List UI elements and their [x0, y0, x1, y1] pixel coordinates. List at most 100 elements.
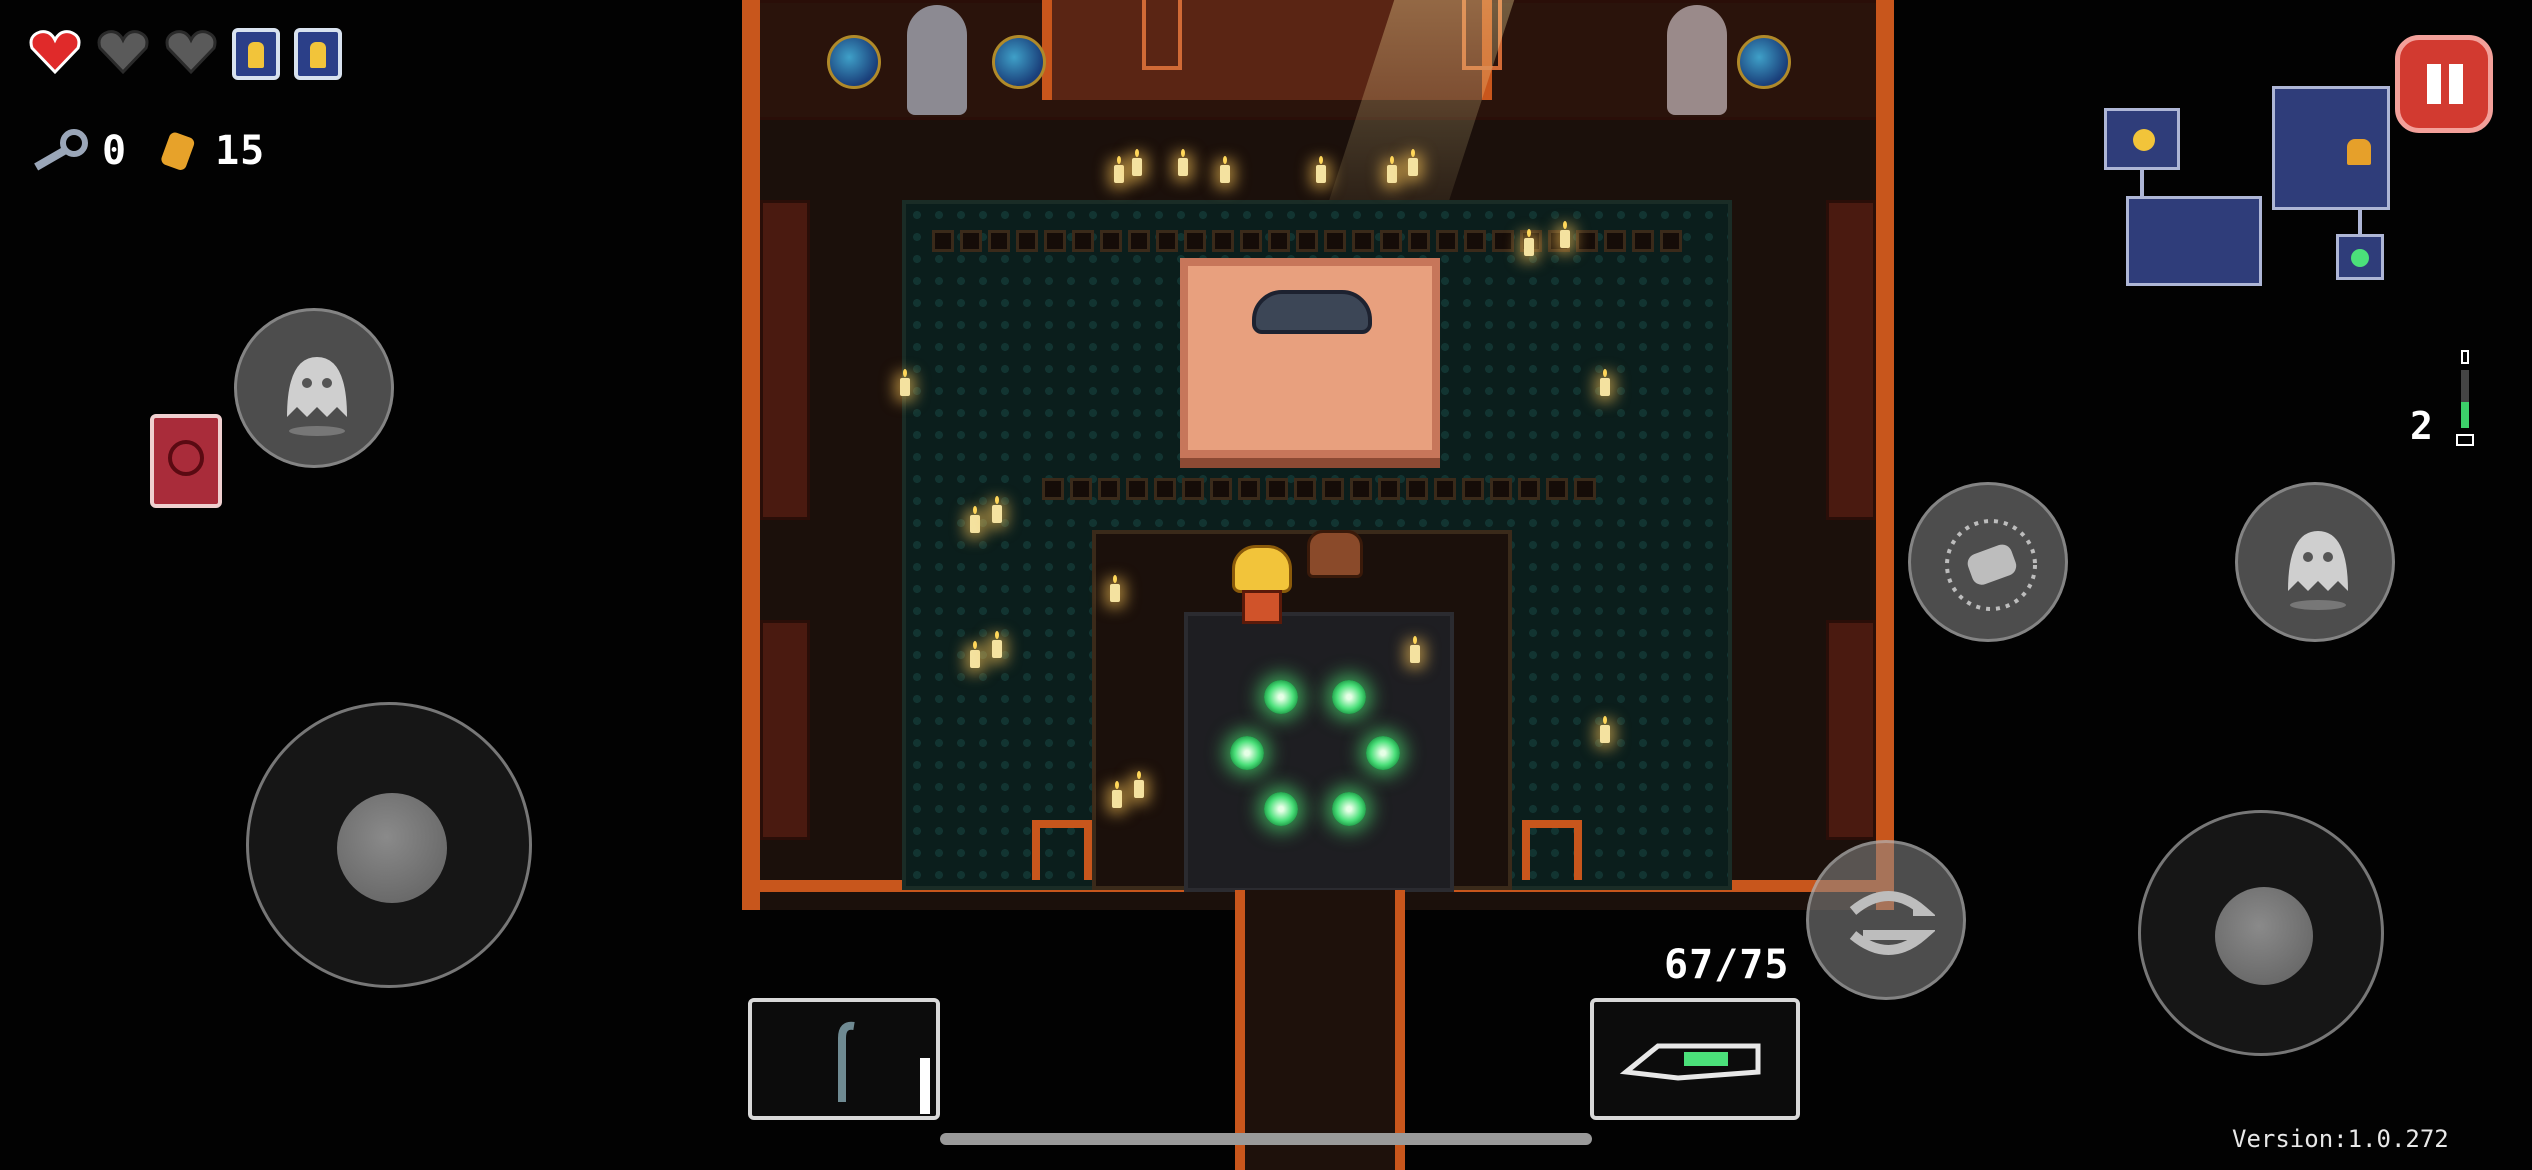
pillar	[1032, 820, 1092, 880]
passive-item-slot[interactable]	[748, 998, 940, 1120]
floor-gauge	[2456, 350, 2474, 454]
pillar	[1522, 820, 1582, 880]
pause-icon	[2449, 64, 2463, 104]
teleporter-light	[1332, 680, 1366, 714]
tile-border	[1042, 478, 1596, 500]
candle	[1132, 149, 1142, 176]
pause-icon	[2427, 64, 2441, 104]
empty-heart-icon	[97, 30, 149, 75]
left-bookshelf	[760, 620, 810, 840]
version-label: Version:1.0.272	[2232, 1125, 2449, 1153]
teleporter-light	[1230, 736, 1264, 770]
key-count: 0	[102, 128, 128, 174]
blank-icon	[294, 28, 342, 80]
left-bookshelf	[760, 200, 810, 520]
gun-on-pedestal[interactable]	[1252, 290, 1372, 334]
right-wall-edge	[1876, 0, 1894, 910]
candle	[1134, 771, 1144, 798]
game-screen: 0 15 2 67/75 Version:1.0.272	[0, 0, 2532, 1170]
resource-counter: 0 15	[30, 128, 265, 174]
ammo-counter: 67/75	[1664, 942, 1790, 988]
companion-pet	[1307, 530, 1363, 578]
globe-decoration	[992, 35, 1046, 89]
candle	[1600, 716, 1610, 743]
cylinder-reload-icon	[1945, 519, 2037, 611]
crowbar-icon	[838, 1021, 855, 1102]
home-indicator[interactable]	[940, 1133, 1592, 1145]
key-icon	[34, 129, 88, 171]
health-bar	[28, 28, 342, 80]
player-marker-icon	[2133, 129, 2155, 151]
minimap-room	[2336, 234, 2384, 280]
south-corridor	[1235, 890, 1405, 1170]
candle	[1114, 156, 1124, 183]
gauge-base	[2456, 434, 2474, 446]
pedestal	[1180, 258, 1440, 458]
candle	[1220, 156, 1230, 183]
candle	[1410, 636, 1420, 663]
dodge-roll-button[interactable]	[2235, 482, 2395, 642]
ghost-icon	[2288, 531, 2348, 610]
candle	[900, 369, 910, 396]
empty-heart-icon	[165, 30, 217, 75]
floor-indicator: 2	[2410, 404, 2434, 448]
gauge-cap	[2461, 350, 2469, 364]
teleporter-light	[1332, 792, 1366, 826]
statue-decoration	[1667, 5, 1727, 115]
left-wall-edge	[742, 0, 760, 910]
candle	[1178, 149, 1188, 176]
shrine-room	[742, 0, 1894, 910]
minimap[interactable]	[2100, 82, 2400, 292]
right-bookshelf	[1826, 620, 1876, 840]
blank-icon	[232, 28, 280, 80]
red-book-icon	[168, 440, 204, 476]
pause-button[interactable]	[2395, 35, 2493, 133]
reload-button[interactable]	[1908, 482, 2068, 642]
candle	[970, 506, 980, 533]
teleporter-light	[1264, 680, 1298, 714]
movement-joystick[interactable]	[246, 702, 532, 988]
ladder-left	[1142, 0, 1182, 70]
player-character	[1232, 545, 1292, 593]
joystick-knob[interactable]	[2215, 887, 2313, 985]
right-bookshelf	[1826, 200, 1876, 520]
item-charge-bar	[920, 1058, 930, 1114]
candle	[1110, 575, 1120, 602]
minimap-room	[2104, 108, 2180, 170]
minimap-room	[2272, 86, 2390, 210]
statue-decoration	[907, 5, 967, 115]
candle	[1112, 781, 1122, 808]
candle	[1560, 221, 1570, 248]
shell-count: 15	[215, 128, 266, 174]
minimap-connector	[2140, 170, 2144, 198]
swap-weapon-button[interactable]	[1806, 840, 1966, 1000]
teleporter-marker-icon	[2351, 249, 2369, 267]
globe-decoration	[827, 35, 881, 89]
candle	[1524, 229, 1534, 256]
player-body	[1242, 590, 1282, 624]
minimap-room	[2126, 196, 2262, 286]
active-item-button[interactable]	[150, 414, 222, 508]
shell-currency-icon	[161, 132, 195, 170]
candle	[1408, 149, 1418, 176]
candle	[992, 631, 1002, 658]
candle	[970, 641, 980, 668]
red-heart-icon	[29, 30, 81, 75]
candle	[1600, 369, 1610, 396]
ghost-icon	[287, 357, 347, 436]
shrine-marker-icon	[2347, 139, 2371, 165]
gauge-fill	[2461, 370, 2469, 428]
swap-arrows-icon	[1849, 891, 1935, 955]
blank-button[interactable]	[234, 308, 394, 468]
candle	[992, 496, 1002, 523]
minimap-connector	[2358, 210, 2362, 236]
joystick-knob[interactable]	[337, 793, 447, 903]
globe-decoration	[1737, 35, 1791, 89]
candle	[1387, 156, 1397, 183]
teleporter-light	[1366, 736, 1400, 770]
teleporter-light	[1264, 792, 1298, 826]
aim-joystick[interactable]	[2138, 810, 2384, 1056]
green-rifle-icon	[1619, 1043, 1761, 1081]
gun-slot[interactable]	[1590, 998, 1800, 1120]
candle	[1316, 156, 1326, 183]
